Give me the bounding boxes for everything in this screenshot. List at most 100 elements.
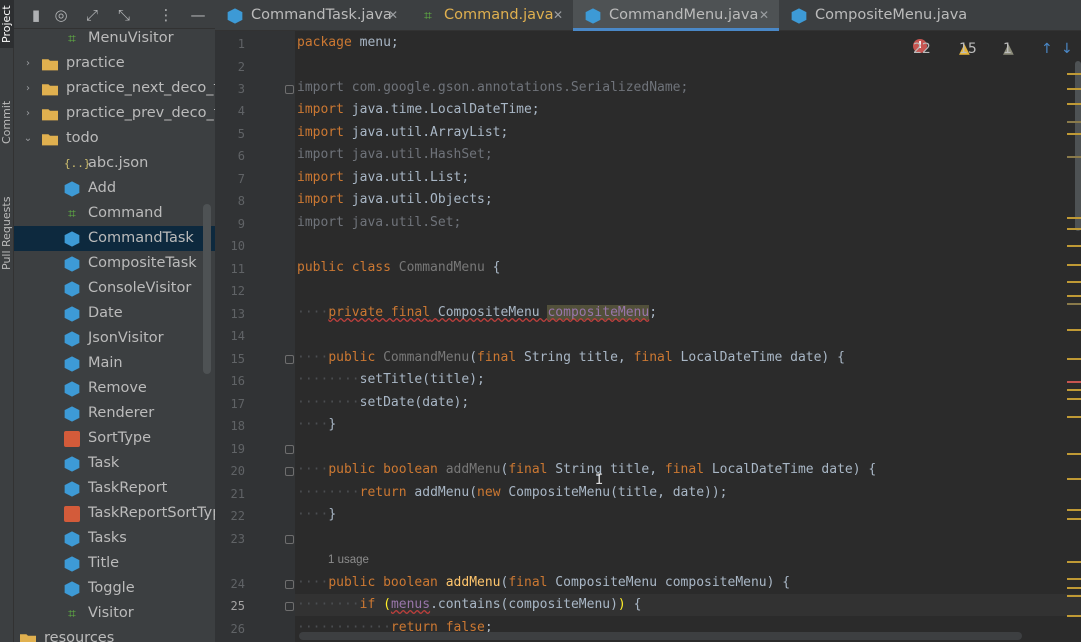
class-icon [64, 531, 80, 547]
fold-icon[interactable] [285, 445, 294, 454]
tree-item[interactable]: Title [14, 551, 215, 576]
tree-item[interactable]: CompositeTask [14, 251, 215, 276]
collapse-all-icon[interactable]: ⤡ [114, 5, 134, 25]
tree-item[interactable]: ConsoleVisitor [14, 276, 215, 301]
code-line-5: import java.util.ArrayList; [297, 125, 509, 140]
interface-icon: ⌗ [68, 206, 76, 222]
editor-tab[interactable]: CommandTask.java ✕ [215, 0, 408, 31]
tree-item-label: abc.json [88, 155, 149, 171]
tree-item[interactable]: CommandTask [14, 226, 215, 251]
line-number: 10 [230, 239, 245, 253]
tree-item[interactable]: JsonVisitor [14, 326, 215, 351]
class-icon [64, 481, 80, 497]
errors-count-text: 22 [913, 41, 931, 57]
tree-item-label: CommandTask [88, 230, 194, 246]
tree-item-label: ConsoleVisitor [88, 280, 192, 296]
chevron-right-icon[interactable]: › [22, 76, 34, 101]
usage-hint[interactable]: 1 usage [328, 554, 369, 566]
fold-icon[interactable] [285, 535, 294, 544]
locate-target-icon[interactable]: ◎ [51, 5, 71, 25]
tree-item[interactable]: ⌗ Command [14, 201, 215, 226]
tree-item[interactable]: Task [14, 451, 215, 476]
tree-item-label: TaskReport [88, 480, 168, 496]
expand-all-icon[interactable]: ⤢ [82, 5, 102, 25]
project-tool-tab[interactable]: Project [0, 0, 14, 48]
tree-item[interactable]: Date [14, 301, 215, 326]
fold-icon[interactable] [285, 467, 294, 476]
tree-item[interactable]: TaskReport [14, 476, 215, 501]
fold-icon[interactable] [285, 85, 294, 94]
error-stripe[interactable] [1065, 31, 1081, 642]
tree-item[interactable]: Add [14, 176, 215, 201]
project-panel: ▮ ◎ ⤢ ⤡ ⋮ — ⌗ MenuVisitor › practice › practi… [14, 0, 215, 642]
tree-item-label: Toggle [88, 580, 135, 596]
tree-item-label: Date [88, 305, 123, 321]
tree-item[interactable]: resources [14, 626, 215, 642]
line-number: 2 [237, 60, 245, 74]
code-line-21: ········return addMenu(new CompositeMenu… [297, 485, 728, 500]
class-icon [585, 8, 601, 24]
code-line-20: ····public boolean addMenu(final String … [297, 462, 877, 477]
line-number: 13 [230, 307, 245, 321]
class-icon [64, 456, 80, 472]
tree-item-label: JsonVisitor [88, 330, 164, 346]
options-menu-icon[interactable]: ⋮ [156, 5, 176, 25]
editor-tab[interactable]: CommandMenu.java ✕ [573, 0, 779, 31]
tree-item[interactable]: › practice [14, 51, 215, 76]
tree-item-label: practice [66, 55, 125, 71]
tree-item[interactable]: Main [14, 351, 215, 376]
tree-item[interactable]: › practice_prev_deco_fo [14, 101, 215, 126]
project-scrollbar[interactable] [203, 204, 211, 374]
tree-item[interactable]: ⌗ Visitor [14, 601, 215, 626]
tree-item-label: Tasks [88, 530, 127, 546]
tree-item-label: todo [66, 130, 99, 146]
line-number: 3 [237, 82, 245, 96]
editor-tab[interactable]: ⌗ Command.java ✕ [408, 0, 573, 31]
tree-item-label: Command [88, 205, 163, 221]
interface-icon: ⌗ [68, 606, 76, 622]
fold-icon[interactable] [285, 602, 294, 611]
close-tab-icon[interactable]: ✕ [388, 0, 398, 31]
select-opened-file-icon[interactable]: ▮ [26, 5, 46, 25]
inspection-widget[interactable]: ! 22 ▲ 15 ▲ 1 ↑ ↓ [913, 39, 1073, 59]
tree-item[interactable]: ⌗ MenuVisitor [14, 26, 215, 51]
class-icon [64, 281, 80, 297]
close-tab-icon[interactable]: ✕ [553, 0, 563, 31]
horizontal-scrollbar[interactable] [299, 632, 1022, 640]
code-editor[interactable]: 1 2 3 4 5 6 7 8 9 10 11 12 13 14 15 16 17 18 19 20 21 22 23 24 2… [215, 31, 1081, 642]
tree-item[interactable]: Toggle [14, 576, 215, 601]
chevron-down-icon[interactable]: ⌄ [22, 126, 34, 151]
enum-icon [64, 506, 80, 522]
close-tab-icon[interactable]: ✕ [759, 0, 769, 31]
line-number: 25 [230, 599, 245, 613]
tree-item[interactable]: Remove [14, 376, 215, 401]
class-icon [227, 8, 243, 24]
class-icon [64, 331, 80, 347]
tree-item[interactable]: TaskReportSortTyp [14, 501, 215, 526]
fold-icon[interactable] [285, 580, 294, 589]
tree-item-label: Add [88, 180, 117, 196]
chevron-right-icon[interactable]: › [22, 51, 34, 76]
chevron-right-icon[interactable]: › [22, 101, 34, 126]
tree-item[interactable]: ⌄ todo [14, 126, 215, 151]
tree-item-label: Remove [88, 380, 147, 396]
tree-item[interactable]: Renderer [14, 401, 215, 426]
tree-item[interactable]: Tasks [14, 526, 215, 551]
pull-requests-tool-tab[interactable]: Pull Requests [0, 180, 14, 286]
hide-panel-icon[interactable]: — [188, 5, 208, 25]
previous-highlight-icon[interactable]: ↑ [1041, 39, 1053, 59]
vertical-scrollbar[interactable] [1075, 61, 1081, 231]
project-toolbar: ▮ ◎ ⤢ ⤡ ⋮ — [14, 0, 215, 29]
fold-icon[interactable] [285, 355, 294, 364]
tree-item-label: practice_prev_deco_fo [66, 105, 215, 121]
editor-tab[interactable]: CompositeMenu.java [779, 0, 967, 31]
line-number: 24 [230, 577, 245, 591]
tree-item[interactable]: {..} abc.json [14, 151, 215, 176]
code-line-24: ····public boolean addMenu(final Composi… [297, 575, 791, 590]
tree-item[interactable]: SortType [14, 426, 215, 451]
tree-item[interactable]: › practice_next_deco_fo [14, 76, 215, 101]
code-line-6: import java.util.HashSet; [297, 147, 493, 162]
tree-item-label: SortType [88, 430, 152, 446]
commit-tool-tab[interactable]: Commit [0, 92, 14, 152]
class-icon [791, 8, 807, 24]
